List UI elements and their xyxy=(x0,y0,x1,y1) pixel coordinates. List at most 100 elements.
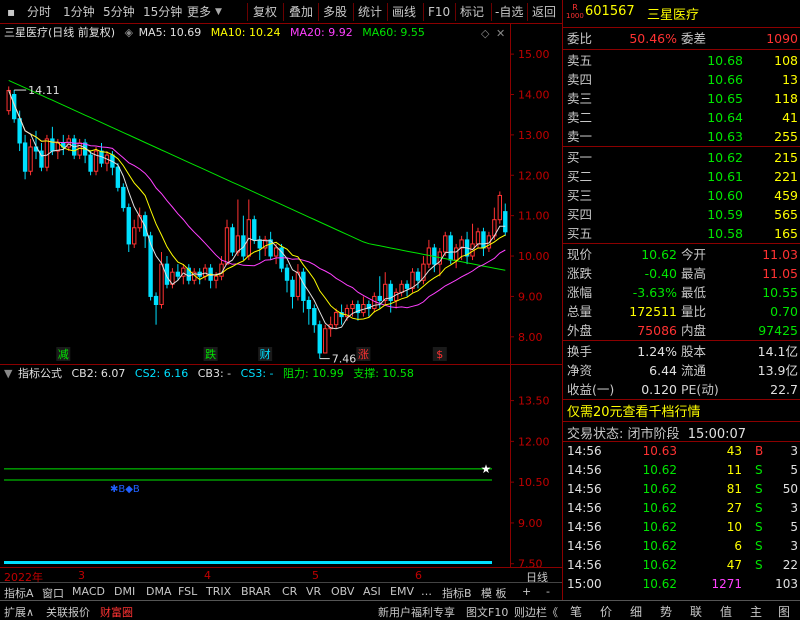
remove-window-button[interactable]: - xyxy=(546,585,550,598)
adjust-button[interactable]: 复权 xyxy=(250,0,280,24)
ask-level-row[interactable]: 卖三 10.65 118 xyxy=(563,89,800,108)
indicator-tab-emv[interactable]: EMV xyxy=(390,585,414,598)
candle-body xyxy=(377,295,382,301)
indicator-tab-window[interactable]: 窗口 xyxy=(42,585,64,601)
y-tick-label: 8.00 xyxy=(518,331,543,344)
indicator-tab-a[interactable]: 指标A xyxy=(4,585,34,601)
star-marker: ★ xyxy=(481,462,492,476)
promo-link[interactable]: 仅需20元查看千档行情 xyxy=(567,401,701,420)
tick-row: 14:56 10.63 43 B 3 xyxy=(567,444,798,458)
period-tab-timeshare[interactable]: 分时 xyxy=(24,0,54,24)
candle-body xyxy=(44,138,50,168)
y-tick-label: 13.00 xyxy=(518,129,550,142)
indicator-tab-cr[interactable]: CR xyxy=(282,585,297,598)
candle-body xyxy=(323,328,328,354)
bid-level-row[interactable]: 买二 10.61 221 xyxy=(563,167,800,186)
ask-level-row[interactable]: 卖四 10.66 13 xyxy=(563,70,800,89)
tick-row: 14:56 10.62 81 S 50 xyxy=(567,482,798,496)
candle-body xyxy=(88,154,93,172)
draw-line-button[interactable]: 画线 xyxy=(389,0,419,24)
ask-level-row[interactable]: 卖五 10.68 108 xyxy=(563,51,800,70)
bid-level-row[interactable]: 买一 10.62 215 xyxy=(563,148,800,167)
f10-button[interactable]: F10 xyxy=(425,0,453,24)
ask-level-row[interactable]: 卖二 10.64 41 xyxy=(563,108,800,127)
new-user-benefit-link[interactable]: 新用户福利专享 xyxy=(378,604,455,620)
back-button[interactable]: 返回 xyxy=(529,0,559,24)
overlay-button[interactable]: 叠加 xyxy=(286,0,316,24)
indicator-tab-b[interactable]: 指标B xyxy=(442,585,472,601)
tab-detail[interactable]: 细 xyxy=(630,603,642,620)
candle-body xyxy=(333,312,339,326)
related-quote-button[interactable]: 关联报价 xyxy=(46,604,90,620)
bid-level-row[interactable]: 买四 10.59 565 xyxy=(563,205,800,224)
indicator-tab-more[interactable]: … xyxy=(421,585,432,598)
sidebar-toggle-button[interactable]: 则边栏《 xyxy=(514,604,558,620)
y-tick-label: 10.00 xyxy=(518,250,550,263)
indicator-tab-brar[interactable]: BRAR xyxy=(241,585,271,598)
indicator-tab-dma[interactable]: DMA xyxy=(146,585,172,598)
ask-level-row[interactable]: 卖一 10.63 255 xyxy=(563,127,800,146)
template-tab[interactable]: 模 板 xyxy=(481,585,507,601)
bid-level-row[interactable]: 买三 10.60 459 xyxy=(563,186,800,205)
add-window-button[interactable]: + xyxy=(522,585,531,598)
dropdown-arrow-icon[interactable]: ▼ xyxy=(212,0,225,24)
multi-stock-button[interactable]: 多股 xyxy=(320,0,350,24)
statistics-button[interactable]: 统计 xyxy=(355,0,385,24)
candle-body xyxy=(410,271,415,289)
high-price-label: 14.11 xyxy=(28,84,60,97)
candle-body xyxy=(503,211,508,233)
indicator-tab-dmi[interactable]: DMI xyxy=(114,585,135,598)
tick-row: 14:56 10.62 11 S 5 xyxy=(567,463,798,477)
date-label-may: 5 xyxy=(312,569,319,582)
candle-body xyxy=(284,267,290,281)
tab-tick[interactable]: 笔 xyxy=(570,603,582,620)
expand-button[interactable]: 扩展∧ xyxy=(4,604,34,620)
bid-level-row[interactable]: 买五 10.58 165 xyxy=(563,224,800,243)
indicator-tab-vr[interactable]: VR xyxy=(306,585,321,598)
stock-code: 601567 xyxy=(585,4,635,19)
candle-body xyxy=(257,239,262,249)
candle-body xyxy=(115,166,121,188)
event-marker: 减 xyxy=(58,348,69,361)
kline-chart[interactable]: 15.00 14.00 13.00 12.00 11.00 10.00 9.00 8.00 14… xyxy=(0,24,562,365)
candle-body xyxy=(393,291,399,301)
tab-price[interactable]: 价 xyxy=(600,603,612,620)
f10-graphic-button[interactable]: 图文F10 xyxy=(466,604,508,620)
period-tab-1min[interactable]: 1分钟 xyxy=(60,0,98,24)
tab-value[interactable]: 值 xyxy=(720,603,732,620)
indicator-tab-asi[interactable]: ASI xyxy=(363,585,381,598)
candle-body xyxy=(28,146,33,172)
candle-body xyxy=(350,304,355,310)
period-tab-more[interactable]: 更多 xyxy=(184,0,214,24)
tick-row: 15:00 10.62 1271 103 xyxy=(567,577,798,591)
tab-chart[interactable]: 图 xyxy=(778,603,790,620)
trade-status-row: 交易状态: 闭市阶段 15:00:07 xyxy=(567,427,747,442)
quote-stat-row: 外盘 75086 内盘 97425 xyxy=(567,323,798,338)
wealth-circle-button[interactable]: 财富圈 xyxy=(100,604,133,620)
candle-body xyxy=(404,283,410,289)
candle-body xyxy=(383,283,388,301)
period-tab-15min[interactable]: 15分钟 xyxy=(140,0,185,24)
indicator-tab-trix[interactable]: TRIX xyxy=(206,585,231,598)
tab-trend[interactable]: 势 xyxy=(660,603,672,620)
candle-body xyxy=(132,227,137,245)
indicator-chart[interactable]: 13.50 12.00 10.50 9.00 7.50 ★ ✱B◆B xyxy=(0,365,562,567)
candle-body xyxy=(235,235,241,253)
y-tick-label: 9.00 xyxy=(518,290,543,303)
remove-watchlist-button[interactable]: -自选 xyxy=(492,0,526,24)
chart-toolbar: ▪ 分时 1分钟 5分钟 15分钟 更多 ▼ 复权 叠加 多股 统计 画线 F1… xyxy=(0,0,562,24)
date-label-mar: 3 xyxy=(78,569,85,582)
indicator-tab-fsl[interactable]: FSL xyxy=(178,585,197,598)
indicator-tab-macd[interactable]: MACD xyxy=(72,585,105,598)
mark-button[interactable]: 标记 xyxy=(457,0,487,24)
minimize-icon[interactable]: ▪ xyxy=(4,0,18,24)
indicator-tab-obv[interactable]: OBV xyxy=(331,585,354,598)
tab-related[interactable]: 联 xyxy=(690,603,702,620)
y-tick-label: 12.00 xyxy=(518,169,550,182)
candle-body xyxy=(306,299,312,310)
candle-body xyxy=(121,186,126,209)
tab-main[interactable]: 主 xyxy=(750,603,762,620)
candle-body xyxy=(252,219,257,241)
weibi-value: 50.46% xyxy=(629,31,677,46)
period-tab-5min[interactable]: 5分钟 xyxy=(100,0,138,24)
